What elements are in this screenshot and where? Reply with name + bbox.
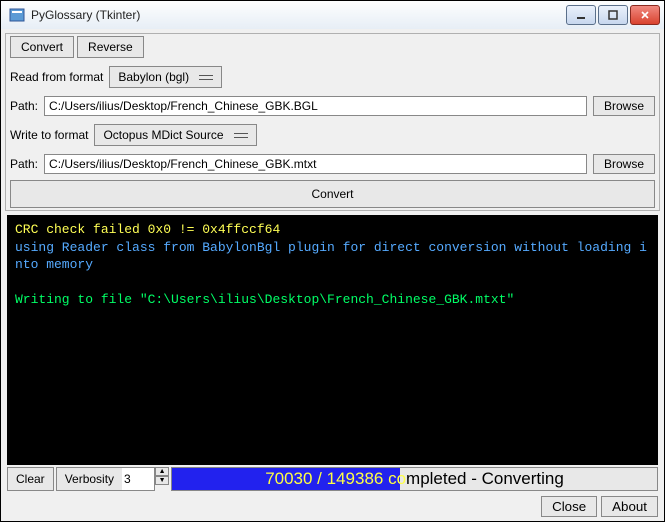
verbosity-input[interactable] bbox=[122, 467, 155, 491]
close-icon bbox=[640, 10, 650, 20]
verbosity-up-button[interactable]: ▲ bbox=[155, 467, 169, 476]
log-console[interactable]: CRC check failed 0x0 != 0x4ffccf64 using… bbox=[7, 215, 658, 465]
window-buttons bbox=[566, 5, 660, 25]
convert-button[interactable]: Convert bbox=[10, 180, 655, 208]
write-format-value: Octopus MDict Source bbox=[103, 128, 223, 142]
write-format-label: Write to format bbox=[10, 128, 88, 142]
progress-bar: 70030 / 149386 completed - Converting 70… bbox=[171, 467, 658, 491]
minimize-icon bbox=[576, 10, 586, 20]
read-format-optionmenu[interactable]: Babylon (bgl) bbox=[109, 66, 222, 88]
read-path-label: Path: bbox=[10, 99, 38, 113]
app-window: PyGlossary (Tkinter) Convert Reverse Rea… bbox=[0, 0, 665, 522]
close-button[interactable]: Close bbox=[541, 496, 597, 517]
write-path-label: Path: bbox=[10, 157, 38, 171]
verbosity-group: Verbosity ▲ ▼ bbox=[56, 467, 169, 491]
convert-panel: Convert Reverse Read from format Babylon… bbox=[5, 33, 660, 211]
verbosity-label: Verbosity bbox=[56, 467, 122, 491]
read-format-label: Read from format bbox=[10, 70, 103, 84]
write-format-row: Write to format Octopus MDict Source bbox=[10, 120, 655, 150]
client-area: Convert Reverse Read from format Babylon… bbox=[1, 29, 664, 521]
tab-convert[interactable]: Convert bbox=[10, 36, 74, 58]
app-icon bbox=[9, 7, 25, 23]
tab-reverse[interactable]: Reverse bbox=[77, 36, 144, 58]
titlebar: PyGlossary (Tkinter) bbox=[1, 1, 664, 30]
clear-button[interactable]: Clear bbox=[7, 467, 54, 491]
read-format-row: Read from format Babylon (bgl) bbox=[10, 62, 655, 92]
log-line: CRC check failed 0x0 != 0x4ffccf64 bbox=[15, 222, 280, 237]
about-button[interactable]: About bbox=[601, 496, 658, 517]
read-path-input[interactable] bbox=[44, 96, 587, 116]
progress-label: 70030 / 149386 completed - Converting 70… bbox=[172, 468, 657, 490]
log-line: Writing to file "C:\Users\ilius\Desktop\… bbox=[15, 292, 514, 307]
status-row: Clear Verbosity ▲ ▼ 70030 / 149386 compl… bbox=[7, 467, 658, 491]
tabs: Convert Reverse bbox=[10, 36, 655, 58]
maximize-icon bbox=[608, 10, 618, 20]
close-window-button[interactable] bbox=[630, 5, 660, 25]
write-format-optionmenu[interactable]: Octopus MDict Source bbox=[94, 124, 256, 146]
verbosity-spinner: ▲ ▼ bbox=[155, 467, 169, 491]
write-path-input[interactable] bbox=[44, 154, 587, 174]
read-path-row: Path: Browse bbox=[10, 92, 655, 120]
read-browse-button[interactable]: Browse bbox=[593, 96, 655, 116]
footer-row: Close About bbox=[1, 493, 664, 521]
dropdown-indicator-icon bbox=[234, 133, 248, 138]
window-title: PyGlossary (Tkinter) bbox=[31, 8, 566, 22]
write-path-row: Path: Browse bbox=[10, 150, 655, 178]
dropdown-indicator-icon bbox=[199, 75, 213, 80]
write-browse-button[interactable]: Browse bbox=[593, 154, 655, 174]
maximize-button[interactable] bbox=[598, 5, 628, 25]
verbosity-down-button[interactable]: ▼ bbox=[155, 476, 169, 485]
read-format-value: Babylon (bgl) bbox=[118, 70, 189, 84]
log-line: using Reader class from BabylonBgl plugi… bbox=[15, 240, 647, 273]
minimize-button[interactable] bbox=[566, 5, 596, 25]
